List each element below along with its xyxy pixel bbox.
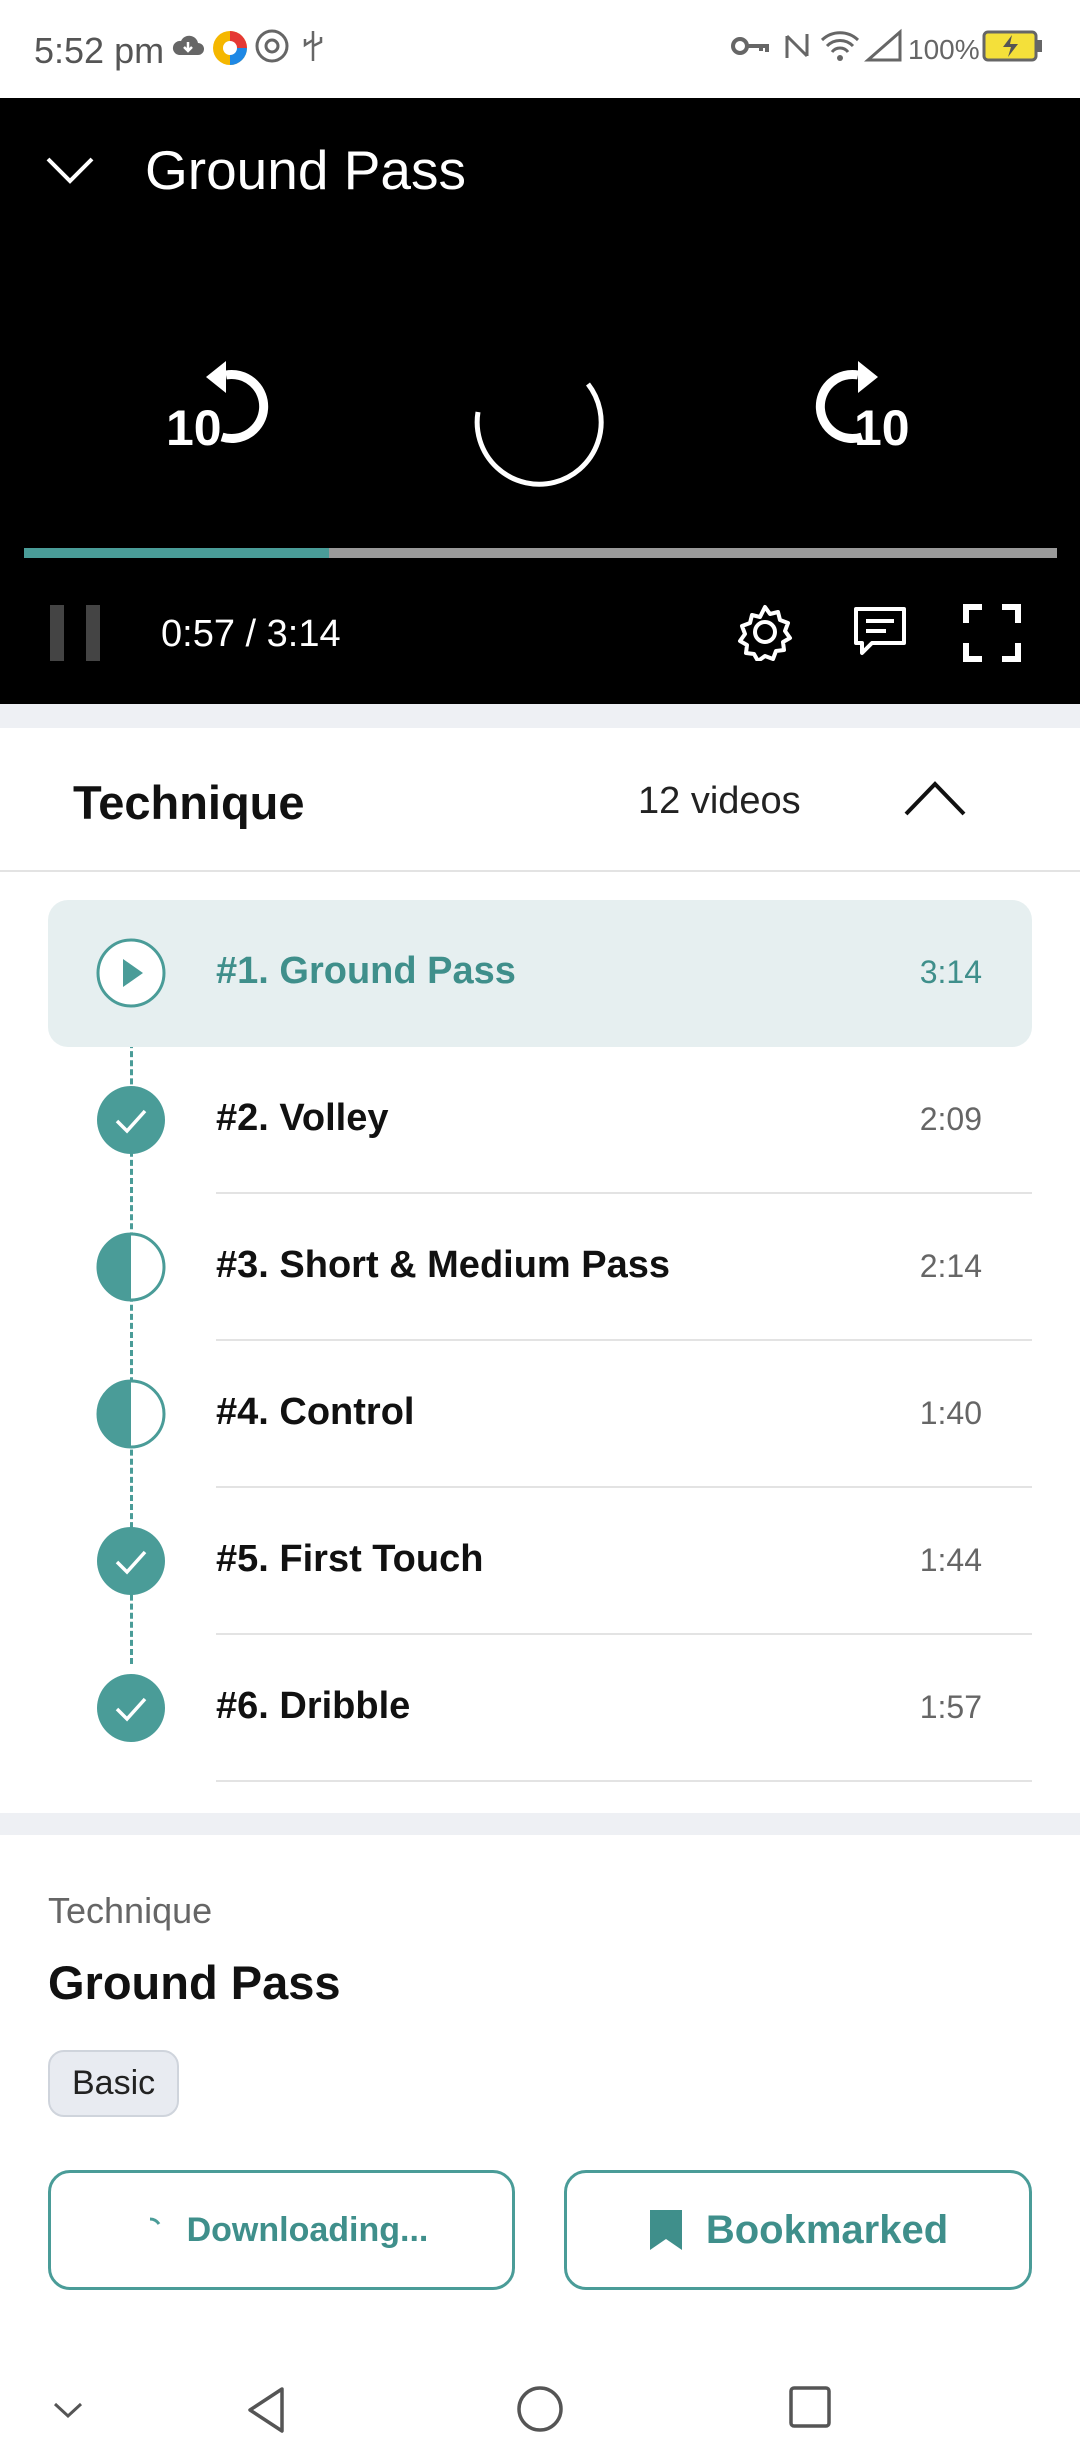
settings-icon[interactable] — [736, 603, 794, 661]
chevron-up-icon[interactable] — [900, 776, 970, 820]
item-label: #2. Volley — [216, 1097, 389, 1139]
playlist-title: Technique — [73, 776, 305, 829]
forward-10-icon: 10 — [815, 361, 910, 456]
playlist-header[interactable]: Technique 12 videos — [0, 728, 1080, 872]
item-duration: 1:57 — [919, 1689, 982, 1725]
cloud-icon — [172, 35, 204, 55]
home-icon[interactable] — [516, 2385, 564, 2433]
item-label: #3. Short & Medium Pass — [216, 1244, 671, 1286]
check-circle-icon — [97, 1527, 165, 1595]
progress-bar[interactable] — [24, 548, 1057, 558]
item-label: #5. First Touch — [216, 1538, 484, 1580]
rewind-10-button[interactable]: 10 — [162, 353, 272, 468]
section-divider — [0, 704, 1080, 728]
download-button[interactable]: Downloading... — [48, 2170, 515, 2290]
chevron-down-icon[interactable] — [52, 2400, 84, 2420]
battery-charging-icon — [982, 30, 1042, 62]
item-duration: 3:14 — [919, 954, 982, 990]
video-count: 12 videos — [638, 780, 801, 822]
usb-icon — [303, 31, 323, 61]
playlist-item-2[interactable]: #2. Volley 2:09 — [48, 1047, 1032, 1194]
video-info: Technique Ground Pass Basic Downloading.… — [0, 1835, 1080, 2355]
timecode: 0:57 / 3:14 — [161, 613, 341, 655]
signal-icon — [864, 28, 902, 62]
playlist-item-5[interactable]: #5. First Touch 1:44 — [48, 1488, 1032, 1635]
loading-spinner-icon — [149, 2217, 160, 2225]
video-player[interactable]: Ground Pass 10 10 0:57 / 3:14 — [0, 98, 1080, 704]
item-label: #6. Dribble — [216, 1685, 411, 1727]
key-icon — [731, 37, 769, 55]
item-duration: 2:14 — [919, 1248, 982, 1284]
half-circle-icon — [96, 1379, 166, 1449]
video-category: Technique — [48, 1890, 213, 1931]
playlist-item-4[interactable]: #4. Control 1:40 — [48, 1341, 1032, 1488]
check-circle-icon — [97, 1086, 165, 1154]
item-label: #4. Control — [216, 1391, 415, 1433]
system-nav-bar — [0, 2355, 1080, 2460]
video-title: Ground Pass — [48, 1956, 341, 2009]
rewind-10-icon: 10 — [166, 361, 269, 456]
color-app-icon — [213, 31, 247, 65]
section-divider — [0, 1813, 1080, 1835]
player-title: Ground Pass — [145, 139, 467, 201]
playlist-item-1[interactable]: #1. Ground Pass 3:14 — [48, 900, 1032, 1047]
wifi-icon — [820, 31, 860, 61]
status-bar: 5:52 pm 100% — [0, 0, 1080, 98]
at-icon — [255, 29, 289, 63]
recents-icon[interactable] — [788, 2385, 832, 2429]
playlist-item-3[interactable]: #3. Short & Medium Pass 2:14 — [48, 1194, 1032, 1341]
level-tag: Basic — [48, 2050, 180, 2117]
row-divider — [216, 1780, 1032, 1782]
item-duration: 2:09 — [919, 1101, 982, 1137]
rewind-label: 10 — [166, 400, 222, 456]
progress-fill — [24, 548, 329, 558]
forward-label: 10 — [854, 400, 910, 456]
item-duration: 1:40 — [919, 1395, 982, 1431]
forward-10-button[interactable]: 10 — [812, 353, 922, 468]
status-time: 5:52 pm — [34, 30, 165, 71]
item-duration: 1:44 — [919, 1542, 982, 1578]
playlist-item-6[interactable]: #6. Dribble 1:57 — [48, 1635, 1032, 1782]
loading-spinner-icon — [474, 382, 604, 487]
playlist: #1. Ground Pass 3:14 #2. Volley 2:09 #3.… — [0, 874, 1080, 1814]
half-circle-icon — [96, 1232, 166, 1302]
play-circle-icon — [96, 938, 166, 1008]
check-circle-icon — [97, 1674, 165, 1742]
bookmark-button[interactable]: Bookmarked — [564, 2170, 1032, 2290]
bookmark-icon — [649, 2210, 682, 2250]
fullscreen-icon[interactable] — [962, 603, 1022, 663]
battery-percent: 100% — [908, 34, 980, 65]
download-label: Downloading... — [186, 2210, 429, 2249]
pause-icon[interactable] — [50, 603, 102, 663]
subtitles-icon[interactable] — [852, 603, 908, 659]
bookmark-label: Bookmarked — [705, 2207, 949, 2252]
item-label: #1. Ground Pass — [216, 950, 516, 992]
chevron-down-icon[interactable] — [44, 153, 96, 189]
back-icon[interactable] — [244, 2385, 288, 2435]
nfc-icon — [785, 34, 809, 58]
